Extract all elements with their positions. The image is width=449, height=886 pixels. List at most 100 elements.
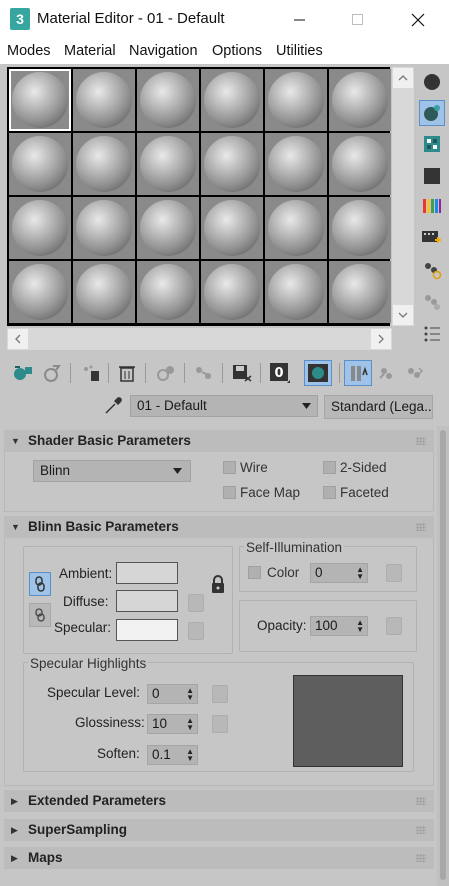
rollout-header-extended-parameters[interactable]: ▶ Extended Parameters [4,790,434,812]
background-button[interactable] [419,131,445,157]
sample-slot[interactable] [137,133,199,195]
specular-level-spinner[interactable]: 0 ▲ ▼ [147,684,198,704]
sample-slot[interactable] [9,69,71,131]
face-map-checkbox[interactable] [223,486,236,499]
sample-slot[interactable] [73,197,135,259]
rollout-header-maps[interactable]: ▶ Maps [4,847,434,869]
material-name-field[interactable]: 01 - Default [130,395,318,417]
drag-grip-icon[interactable] [416,854,426,862]
material-navigator-button[interactable] [419,320,445,346]
material-id-button[interactable]: 0 [266,360,294,386]
sample-slot[interactable] [265,69,327,131]
rollout-header-blinn[interactable]: ▼ Blinn Basic Parameters [4,516,434,538]
go-forward-to-sibling-button[interactable] [400,360,428,386]
faceted-checkbox[interactable] [323,486,336,499]
sample-slot[interactable] [329,261,391,323]
sample-slot[interactable] [201,69,263,131]
sample-slot[interactable] [9,197,71,259]
scroll-down-button[interactable] [393,305,413,325]
drag-grip-icon[interactable] [416,437,426,445]
opacity-spinner[interactable]: 100 ▲ ▼ [310,616,368,636]
ambient-color-swatch[interactable] [116,562,178,584]
go-to-parent-button[interactable] [372,360,400,386]
make-unique-button[interactable] [152,360,180,386]
video-color-check-button[interactable] [419,193,445,219]
rollout-header-supersampling[interactable]: ▶ SuperSampling [4,819,434,841]
sample-uv-tiling-button[interactable] [419,163,445,189]
menu-material[interactable]: Material [64,43,116,59]
sample-slot[interactable] [265,261,327,323]
self-illum-spinner[interactable]: 0 ▲ ▼ [310,563,368,583]
sample-slot[interactable] [329,197,391,259]
slots-vertical-scrollbar[interactable] [392,67,414,326]
material-type-button[interactable]: Standard (Lega... [324,395,433,419]
diffuse-map-button[interactable] [188,594,204,612]
specular-color-swatch[interactable] [116,619,178,641]
two-sided-checkbox[interactable] [323,461,336,474]
select-by-material-button[interactable] [419,289,445,315]
menu-navigation[interactable]: Navigation [129,43,198,59]
spinner-arrows-icon[interactable]: ▲ ▼ [186,687,194,702]
rollout-scrollbar-thumb[interactable] [440,430,446,880]
put-to-library-button[interactable] [190,360,218,386]
spinner-arrows-icon[interactable]: ▲ ▼ [186,748,194,763]
glossiness-spinner[interactable]: 10 ▲ ▼ [147,714,198,734]
assign-to-selection-button[interactable] [77,360,105,386]
sample-slot[interactable] [137,69,199,131]
diffuse-color-swatch[interactable] [116,590,178,612]
spinner-arrows-icon[interactable]: ▲ ▼ [186,717,194,732]
scroll-up-button[interactable] [393,68,413,88]
sample-slot[interactable] [137,261,199,323]
lock-map-button[interactable] [209,575,227,598]
spinner-arrows-icon[interactable]: ▲ ▼ [356,566,364,581]
drag-grip-icon[interactable] [416,523,426,531]
maximize-button[interactable] [335,0,381,40]
sample-slot[interactable] [201,261,263,323]
specular-level-map-button[interactable] [212,685,228,703]
material-id-channel-button[interactable] [228,360,256,386]
lock-diffuse-specular-button[interactable] [29,603,51,627]
sample-slot[interactable] [73,261,135,323]
menu-utilities[interactable]: Utilities [276,43,323,59]
self-illum-color-checkbox[interactable] [248,566,261,579]
opacity-map-button[interactable] [386,617,402,635]
shader-type-dropdown[interactable]: Blinn [33,460,191,482]
sample-slot[interactable] [201,133,263,195]
specular-map-button[interactable] [188,622,204,640]
close-button[interactable] [395,0,441,40]
show-end-result-button[interactable] [344,360,372,386]
wire-checkbox[interactable] [223,461,236,474]
sample-slot[interactable] [9,261,71,323]
sample-slot[interactable] [329,69,391,131]
sample-slot[interactable] [9,133,71,195]
sample-slot[interactable] [201,197,263,259]
minimize-button[interactable] [277,0,323,40]
sample-slot[interactable] [265,197,327,259]
sample-slot[interactable] [73,133,135,195]
put-to-scene-button[interactable] [38,360,66,386]
self-illum-map-button[interactable] [386,564,402,582]
sample-type-button[interactable] [419,69,445,95]
drag-grip-icon[interactable] [416,826,426,834]
menu-options[interactable]: Options [212,43,262,59]
slots-horizontal-scrollbar[interactable] [7,328,392,350]
sample-slot[interactable] [329,133,391,195]
options-button[interactable] [419,257,445,283]
reset-maps-button[interactable] [113,360,141,386]
rollout-header-shader[interactable]: ▼ Shader Basic Parameters [4,430,434,452]
get-material-button[interactable] [9,360,37,386]
glossiness-map-button[interactable] [212,715,228,733]
sample-slot[interactable] [265,133,327,195]
scroll-right-button[interactable] [371,329,391,349]
menu-modes[interactable]: Modes [7,43,51,59]
lock-ambient-diffuse-button[interactable] [29,572,51,596]
backlight-button[interactable] [419,100,445,126]
scroll-left-button[interactable] [8,329,28,349]
rollout-scrollbar[interactable] [437,426,449,886]
make-preview-button[interactable] [419,225,445,251]
show-shaded-material-button[interactable] [304,360,332,386]
spinner-arrows-icon[interactable]: ▲ ▼ [356,619,364,634]
soften-spinner[interactable]: 0.1 ▲ ▼ [147,745,198,765]
sample-slot[interactable] [73,69,135,131]
pick-material-eyedropper[interactable] [103,396,123,419]
